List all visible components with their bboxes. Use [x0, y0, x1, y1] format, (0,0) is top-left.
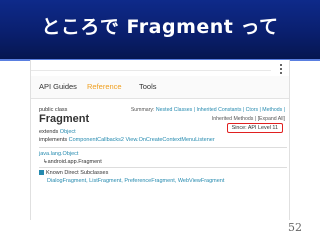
subclasses-list: DialogFragment, ListFragment, Preference… — [47, 178, 224, 184]
divider — [39, 147, 287, 148]
inherited-methods-link[interactable]: Inherited Methods | [Expand All] — [212, 116, 285, 122]
extends-line: extends Object — [39, 129, 76, 135]
hierarchy-child: ↳android.app.Fragment — [43, 159, 102, 165]
since-api-level-badge: Since: API Level 11 — [226, 123, 283, 133]
slide-title: ところで Fragment って — [41, 16, 279, 38]
tab-reference[interactable]: Reference — [87, 82, 122, 91]
hierarchy-root-link[interactable]: java.lang.Object — [39, 151, 78, 157]
known-subclasses-header[interactable]: Known Direct Subclasses — [39, 170, 108, 176]
summary-links[interactable]: Nested Classes | Inherited Constants | C… — [156, 107, 285, 113]
extends-link[interactable]: Object — [60, 129, 76, 135]
slide-number: 52 — [288, 221, 302, 234]
implements-links[interactable]: ComponentCallbacks2 View.OnCreateContext… — [69, 137, 215, 143]
implements-line: implements ComponentCallbacks2 View.OnCr… — [39, 137, 215, 143]
extends-label: extends — [39, 129, 59, 135]
hierarchy-root: java.lang.Object — [39, 151, 78, 157]
divider — [39, 167, 287, 168]
tab-api-guides[interactable]: API Guides — [39, 82, 77, 91]
doc-nav: API Guides Reference Tools — [31, 76, 289, 99]
expand-icon[interactable] — [39, 170, 44, 176]
doc-screenshot: API Guides Reference Tools Summary: Nest… — [30, 60, 290, 220]
summary-bar: Summary: Nested Classes | Inherited Cons… — [131, 107, 285, 113]
implements-label: implements — [39, 137, 68, 143]
subclasses-links[interactable]: DialogFragment, ListFragment, Preference… — [47, 178, 224, 184]
menu-icon[interactable] — [280, 64, 283, 76]
class-name: Fragment — [39, 113, 90, 125]
browser-bar — [31, 60, 271, 71]
subclasses-label: Known Direct Subclasses — [46, 170, 109, 176]
summary-label: Summary: — [130, 107, 155, 113]
tab-tools[interactable]: Tools — [139, 82, 157, 91]
